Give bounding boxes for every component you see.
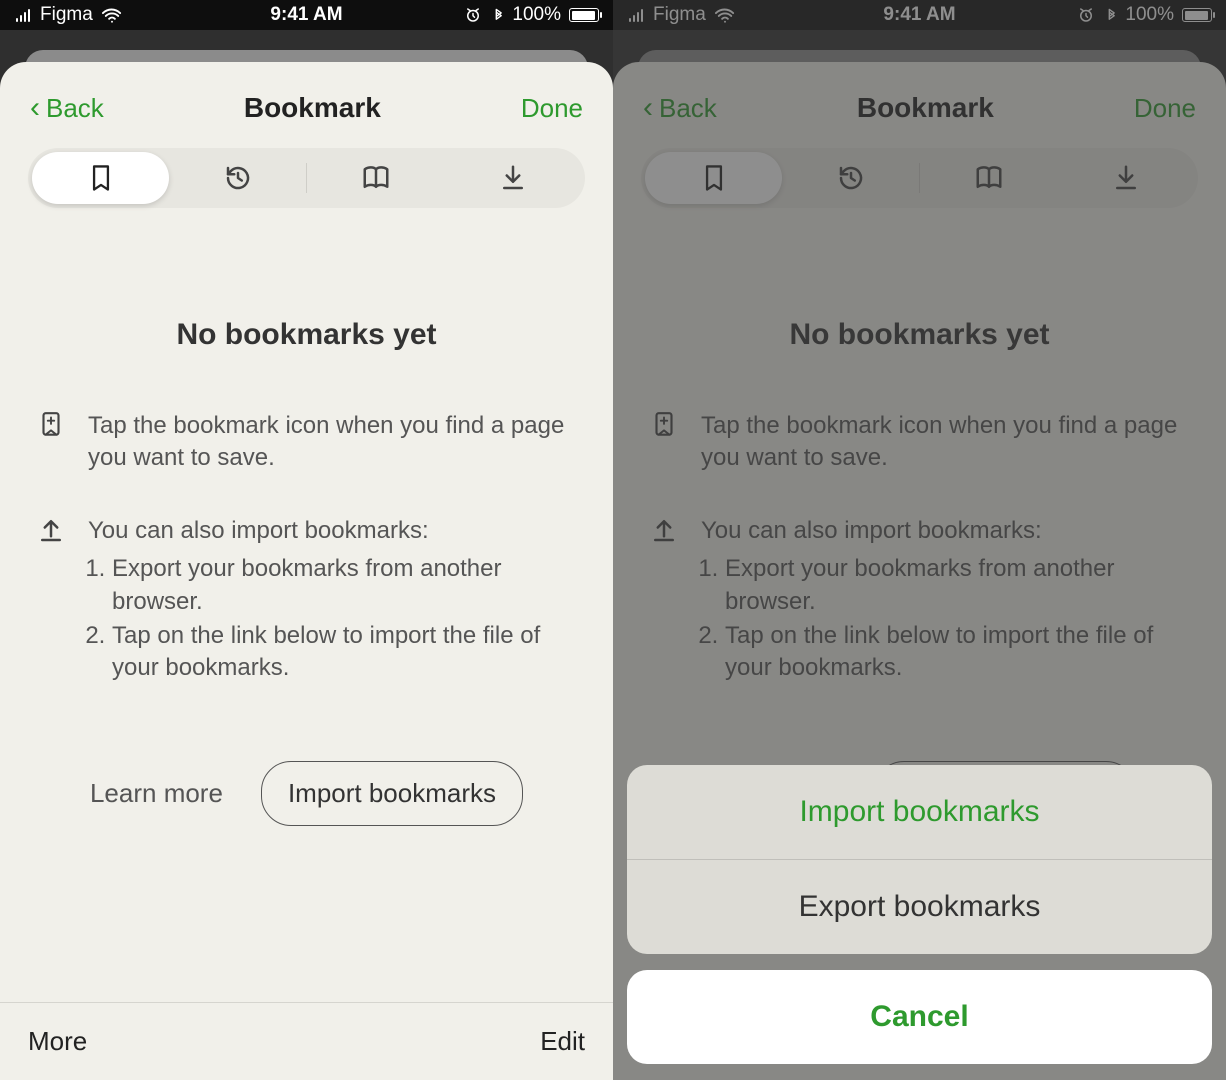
- wifi-icon: [714, 6, 736, 24]
- tab-history[interactable]: [169, 152, 306, 204]
- book-open-icon: [361, 163, 391, 193]
- upload-icon: [649, 515, 679, 545]
- back-button[interactable]: ‹ Back: [643, 93, 717, 124]
- tab-reading-list[interactable]: [920, 152, 1057, 204]
- alarm-icon: [464, 6, 482, 24]
- bookmark-add-icon: [649, 410, 679, 440]
- carrier-label: Figma: [40, 4, 93, 26]
- upload-icon: [36, 515, 66, 545]
- bookmark-add-icon: [36, 410, 66, 440]
- back-button[interactable]: ‹ Back: [30, 93, 104, 124]
- back-label: Back: [46, 93, 104, 124]
- action-sheet: Import bookmarks Export bookmarks Cancel: [627, 765, 1212, 1064]
- book-open-icon: [974, 163, 1004, 193]
- import-step-1: Export your bookmarks from another brows…: [112, 553, 577, 618]
- history-icon: [836, 163, 866, 193]
- import-step-2: Tap on the link below to import the file…: [725, 620, 1190, 685]
- device-right: Figma 9:41 AM 100% ‹ Back Bookmark Done: [613, 0, 1226, 1080]
- bottom-toolbar: More Edit: [0, 1002, 613, 1080]
- bookmark-icon: [86, 163, 116, 193]
- action-export-bookmarks[interactable]: Export bookmarks: [627, 860, 1212, 954]
- done-button[interactable]: Done: [521, 93, 583, 124]
- tip-save-text: Tap the bookmark icon when you find a pa…: [701, 410, 1190, 475]
- tip-import-intro: You can also import bookmarks:: [701, 515, 1190, 547]
- nav-bar: ‹ Back Bookmark Done: [613, 62, 1226, 134]
- tab-bookmarks[interactable]: [32, 152, 169, 204]
- empty-state-title: No bookmarks yet: [649, 318, 1190, 352]
- tip-save-text: Tap the bookmark icon when you find a pa…: [88, 410, 577, 475]
- import-bookmarks-button[interactable]: Import bookmarks: [261, 761, 523, 826]
- done-button[interactable]: Done: [1134, 93, 1196, 124]
- tip-save: Tap the bookmark icon when you find a pa…: [649, 410, 1190, 475]
- bluetooth-icon: [490, 6, 504, 24]
- download-icon: [498, 163, 528, 193]
- status-bar: Figma 9:41 AM 100%: [0, 0, 613, 30]
- nav-bar: ‹ Back Bookmark Done: [0, 62, 613, 134]
- tip-save: Tap the bookmark icon when you find a pa…: [36, 410, 577, 475]
- bluetooth-icon: [1103, 6, 1117, 24]
- more-button[interactable]: More: [28, 1026, 87, 1057]
- chevron-left-icon: ‹: [30, 95, 40, 121]
- alarm-icon: [1077, 6, 1095, 24]
- tab-downloads[interactable]: [444, 152, 581, 204]
- empty-state-title: No bookmarks yet: [36, 318, 577, 352]
- device-left: Figma 9:41 AM 100% ‹ Back Bookmark Done: [0, 0, 613, 1080]
- wifi-icon: [101, 6, 123, 24]
- chevron-left-icon: ‹: [643, 95, 653, 121]
- battery-icon: [1182, 8, 1212, 22]
- tab-downloads[interactable]: [1057, 152, 1194, 204]
- carrier-label: Figma: [653, 4, 706, 26]
- signal-icon: [14, 8, 32, 22]
- action-import-bookmarks[interactable]: Import bookmarks: [627, 765, 1212, 859]
- battery-pct: 100%: [1125, 4, 1174, 26]
- battery-pct: 100%: [512, 4, 561, 26]
- import-step-2: Tap on the link below to import the file…: [112, 620, 577, 685]
- page-title: Bookmark: [857, 92, 994, 124]
- tip-import: You can also import bookmarks: Export yo…: [36, 515, 577, 687]
- tab-bookmarks[interactable]: [645, 152, 782, 204]
- bookmark-sheet: ‹ Back Bookmark Done No bookmarks yet: [0, 62, 613, 1080]
- battery-icon: [569, 8, 599, 22]
- download-icon: [1111, 163, 1141, 193]
- import-step-1: Export your bookmarks from another brows…: [725, 553, 1190, 618]
- tip-import: You can also import bookmarks: Export yo…: [649, 515, 1190, 687]
- history-icon: [223, 163, 253, 193]
- tab-history[interactable]: [782, 152, 919, 204]
- edit-button[interactable]: Edit: [540, 1026, 585, 1057]
- learn-more-link[interactable]: Learn more: [90, 778, 223, 809]
- back-label: Back: [659, 93, 717, 124]
- tab-reading-list[interactable]: [307, 152, 444, 204]
- signal-icon: [627, 8, 645, 22]
- tip-import-intro: You can also import bookmarks:: [88, 515, 577, 547]
- bookmark-icon: [699, 163, 729, 193]
- segment-control: [641, 148, 1198, 208]
- action-cancel[interactable]: Cancel: [627, 970, 1212, 1064]
- status-bar: Figma 9:41 AM 100%: [613, 0, 1226, 30]
- page-title: Bookmark: [244, 92, 381, 124]
- segment-control: [28, 148, 585, 208]
